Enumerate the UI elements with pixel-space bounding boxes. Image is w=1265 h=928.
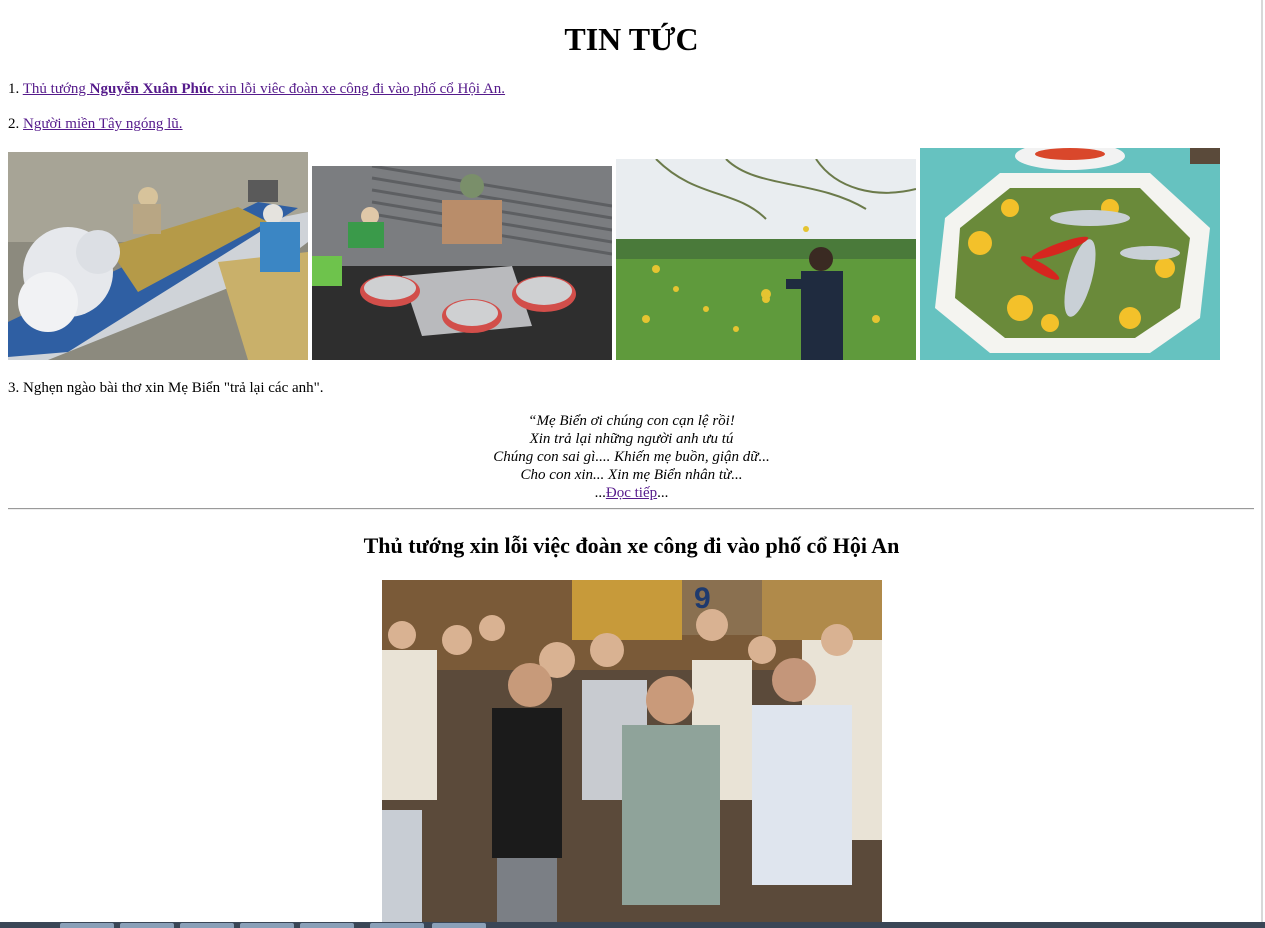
taskbar-button[interactable] — [370, 923, 424, 928]
poem-excerpt: “Mẹ Biển ơi chúng con cạn lệ rồi! Xin tr… — [0, 412, 1263, 502]
poem-line-3: Chúng con sai gì.... Khiến mẹ buồn, giận… — [493, 449, 770, 465]
taskbar-button[interactable] — [300, 923, 354, 928]
taskbar-button[interactable] — [60, 923, 114, 928]
news-item-1-number: 1. — [8, 81, 23, 97]
photo-fish-baskets — [312, 166, 612, 360]
photo-sesbania-flowers — [616, 159, 916, 360]
news-item-3: 3. Nghẹn ngào bài thơ xin Mẹ Biển "trả l… — [8, 379, 324, 397]
photo-fish-dish-image — [920, 148, 1220, 360]
read-more-link[interactable]: Đọc tiếp — [606, 485, 657, 501]
taskbar-button[interactable] — [180, 923, 234, 928]
article-title: Thủ tướng xin lỗi việc đoàn xe công đi v… — [363, 533, 900, 558]
poem-line-1: “Mẹ Biển ơi chúng con cạn lệ rồi! — [528, 413, 735, 429]
news-link-mekong-flood[interactable]: Người miền Tây ngóng lũ. — [23, 116, 183, 132]
photo-fish-dish — [920, 148, 1220, 360]
vertical-scrollbar[interactable] — [1261, 0, 1263, 928]
photo-gallery — [8, 148, 1238, 360]
news-link-pm-name: Nguyễn Xuân Phúc — [89, 81, 214, 97]
read-more-suffix: ... — [657, 485, 669, 501]
poem-line-4: Cho con xin... Xin mẹ Biển nhân từ... — [520, 467, 743, 483]
taskbar-button[interactable] — [240, 923, 294, 928]
photo-prime-minister-crowd: 9 — [382, 580, 882, 928]
photo-boat-water-lilies-image — [8, 152, 308, 360]
read-more-prefix: ... — [594, 485, 606, 501]
news-link-pm-apology[interactable]: Thủ tướng Nguyễn Xuân Phúc xin lỗi viêc … — [23, 81, 505, 97]
photo-boat-water-lilies — [8, 152, 308, 360]
news-item-3-title: Nghẹn ngào bài thơ xin Mẹ Biển "trả lại … — [23, 380, 324, 396]
read-more-line: ...Đọc tiếp... — [0, 484, 1263, 502]
photo-prime-minister-crowd-image: 9 — [382, 580, 882, 928]
photo-fish-baskets-image — [312, 166, 612, 360]
news-item-2: 2. Người miền Tây ngóng lũ. — [8, 115, 183, 133]
section-divider — [8, 508, 1254, 510]
poem-line-2: Xin trả lại những người anh ưu tú — [529, 431, 734, 447]
news-link-pm-apology-post: xin lỗi viêc đoàn xe công đi vào phố cổ … — [213, 81, 506, 97]
news-item-1: 1. Thủ tướng Nguyễn Xuân Phúc xin lỗi vi… — [8, 80, 505, 98]
page: TIN TỨC 1. Thủ tướng Nguyễn Xuân Phúc xi… — [0, 0, 1263, 928]
photo-sesbania-flowers-image — [616, 159, 916, 360]
page-title: TIN TỨC — [564, 21, 699, 57]
news-item-2-number: 2. — [8, 116, 23, 132]
taskbar-button[interactable] — [432, 923, 486, 928]
taskbar-button[interactable] — [120, 923, 174, 928]
news-item-3-number: 3. — [8, 380, 23, 396]
news-link-pm-apology-pre: Thủ tướng — [22, 81, 90, 97]
